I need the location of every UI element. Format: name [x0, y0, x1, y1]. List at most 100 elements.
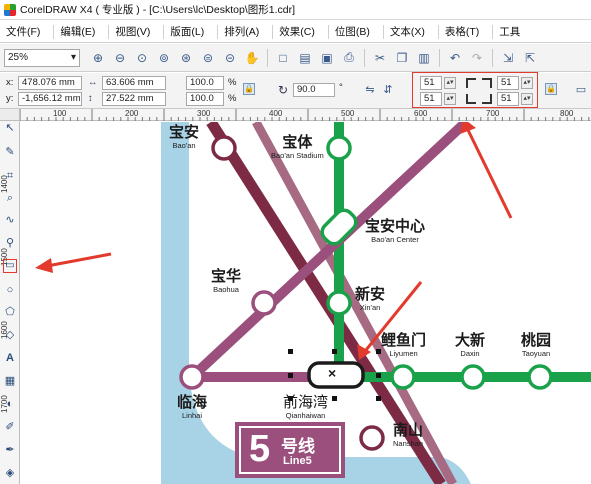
fill-tool-icon[interactable]: ◈: [3, 466, 17, 480]
pick-tool-icon[interactable]: ↖: [3, 121, 17, 135]
station-label-baoan-stadium: 宝体 Bao'an Stadium: [271, 134, 324, 160]
horizontal-ruler[interactable]: 100 200 300 400 500 600 700 800: [19, 109, 591, 121]
drawing-canvas[interactable]: 宝安 Bao'an 宝体 Bao'an Stadium 宝安中心 Bao'an Cen…: [21, 122, 591, 484]
eyedropper-icon[interactable]: ✐: [3, 420, 17, 434]
menu-layout[interactable]: 版面(L): [164, 24, 219, 39]
toolbar-separator: [439, 48, 440, 67]
station-xinan[interactable]: [326, 290, 352, 316]
redo-icon[interactable]: ↷: [467, 48, 487, 68]
new-icon[interactable]: □: [273, 48, 293, 68]
menu-view[interactable]: 视图(V): [109, 24, 165, 39]
standard-toolbar: 25% ▾ ⊕ ⊖ ⊙ ⊚ ⊛ ⊜ ⊝ ✋ □ ▤ ▣ ⎙ ✂ ❐ ▥ ↶ ↷ …: [0, 44, 591, 72]
cut-icon[interactable]: ✂: [370, 48, 390, 68]
zoom-in-icon[interactable]: ⊕: [88, 48, 108, 68]
interactive-blend-icon[interactable]: ◐: [3, 397, 17, 411]
station-label-taoyuan: 桃园 Taoyuan: [521, 332, 552, 358]
water-area-left: [161, 122, 189, 484]
zoom-page-icon[interactable]: ⊛: [176, 48, 196, 68]
lock-ratio-icon[interactable]: 🔒: [243, 83, 255, 95]
percent-label: %: [228, 93, 237, 104]
scale-height-field[interactable]: 100.0: [186, 92, 224, 106]
station-baoan-stadium[interactable]: [326, 135, 352, 161]
ruler-origin[interactable]: [0, 109, 20, 121]
mirror-vertical-icon[interactable]: ⇵: [380, 81, 396, 97]
station-label-baoan: 宝安 Bao'an: [169, 124, 200, 150]
menu-table[interactable]: 表格(T): [439, 24, 494, 39]
basic-shapes-icon[interactable]: ◇: [3, 328, 17, 342]
undo-icon[interactable]: ↶: [445, 48, 465, 68]
menu-bitmaps[interactable]: 位图(B): [329, 24, 384, 39]
rectangle-tool-icon[interactable]: ▭: [3, 259, 17, 273]
zoom-tool-icon[interactable]: ⌕: [3, 191, 17, 205]
ellipse-tool-icon[interactable]: ○: [3, 283, 17, 297]
horizontal-ruler-ticks: [19, 109, 590, 121]
pan-icon[interactable]: ✋: [242, 48, 262, 68]
zoom-width-icon[interactable]: ⊜: [198, 48, 218, 68]
menu-edit[interactable]: 编辑(E): [54, 24, 110, 39]
menu-bar: 文件(F) 编辑(E) 视图(V) 版面(L) 排列(A) 效果(C) 位图(B…: [0, 21, 591, 43]
copy-icon[interactable]: ❐: [392, 48, 412, 68]
ruler-label: 200: [125, 109, 139, 118]
lock-corners-icon[interactable]: 🔒: [545, 83, 557, 95]
zoom-level-select[interactable]: 25% ▾: [4, 48, 80, 67]
smart-fill-icon[interactable]: ⚲: [3, 236, 17, 250]
table-tool-icon[interactable]: ▦: [3, 374, 17, 388]
crop-tool-icon[interactable]: ⌗: [3, 169, 17, 183]
y-position-field[interactable]: -1,656.12 mm: [18, 92, 82, 106]
zoom-all-icon[interactable]: ⊚: [154, 48, 174, 68]
scale-width-field[interactable]: 100.0: [186, 76, 224, 90]
toolbar-separator: [267, 48, 268, 67]
menu-tools[interactable]: 工具: [493, 25, 533, 39]
degree-label: °: [339, 82, 343, 93]
title-bar: CorelDRAW X4 ( 专业版 ) - [C:\Users\lc\Desk…: [0, 0, 591, 20]
freehand-tool-icon[interactable]: ∿: [3, 213, 17, 227]
width-field[interactable]: 63.606 mm: [102, 76, 166, 90]
zoom-selected-icon[interactable]: ⊙: [132, 48, 152, 68]
station-baohua[interactable]: [251, 290, 277, 316]
line-badge-en: Line5: [283, 455, 312, 467]
station-daxin[interactable]: [460, 364, 486, 390]
text-tool-icon[interactable]: A: [3, 351, 17, 365]
outline-tool-icon[interactable]: ✒: [3, 443, 17, 457]
mirror-horizontal-icon[interactable]: ⇋: [362, 81, 378, 97]
menu-file[interactable]: 文件(F): [0, 24, 55, 39]
toolbar-separator: [492, 48, 493, 67]
toolbar-separator: [364, 48, 365, 67]
x-position-field[interactable]: 478.076 mm: [18, 76, 82, 90]
ruler-label: 800: [560, 109, 574, 118]
shape-tool-icon[interactable]: ✎: [3, 145, 17, 159]
selected-symbol: ×: [328, 365, 337, 381]
menu-arrange[interactable]: 排列(A): [218, 24, 274, 39]
import-icon[interactable]: ⇲: [498, 48, 518, 68]
station-nanshan[interactable]: [359, 425, 385, 451]
window-title: CorelDRAW X4 ( 专业版 ) - [C:\Users\lc\Desk…: [20, 4, 295, 16]
station-baoan[interactable]: [211, 135, 237, 161]
polygon-tool-icon[interactable]: ⬠: [3, 305, 17, 319]
ruler-label: 300: [197, 109, 211, 118]
menu-effects[interactable]: 效果(C): [273, 24, 329, 39]
station-linhai[interactable]: [179, 364, 205, 390]
save-icon[interactable]: ▣: [317, 48, 337, 68]
station-label-qianhaiwan: 前海湾 Qianhaiwan: [283, 394, 329, 420]
station-liyumen[interactable]: [390, 364, 416, 390]
zoom-height-icon[interactable]: ⊝: [220, 48, 240, 68]
station-label-baoan-center: 宝安中心 Bao'an Center: [365, 218, 426, 244]
chevron-down-icon: ▾: [70, 52, 76, 63]
export-icon[interactable]: ⇱: [520, 48, 540, 68]
station-label-daxin: 大新 Daxin: [455, 332, 486, 358]
zoom-out-icon[interactable]: ⊖: [110, 48, 130, 68]
percent-label: %: [228, 77, 237, 88]
width-icon: ↔: [88, 77, 98, 88]
height-field[interactable]: 27.522 mm: [102, 92, 166, 106]
station-taoyuan[interactable]: [527, 364, 553, 390]
rotation-field[interactable]: 90.0: [293, 83, 335, 97]
print-icon[interactable]: ⎙: [339, 48, 359, 68]
wrap-text-icon[interactable]: ▭: [573, 81, 589, 97]
paste-icon[interactable]: ▥: [414, 48, 434, 68]
property-bar: x: 478.076 mm y: -1,656.12 mm ↔ 63.606 m…: [0, 72, 591, 109]
menu-text[interactable]: 文本(X): [384, 24, 439, 39]
ruler-label: 500: [341, 109, 355, 118]
rotate-icon: ↻: [278, 83, 289, 97]
toolbox: ↖ ✎ ⌗ ⌕ ∿ ⚲ ▭ ○ ⬠ ◇ A ▦ ◐ ✐ ✒ ◈: [0, 121, 20, 484]
open-icon[interactable]: ▤: [295, 48, 315, 68]
